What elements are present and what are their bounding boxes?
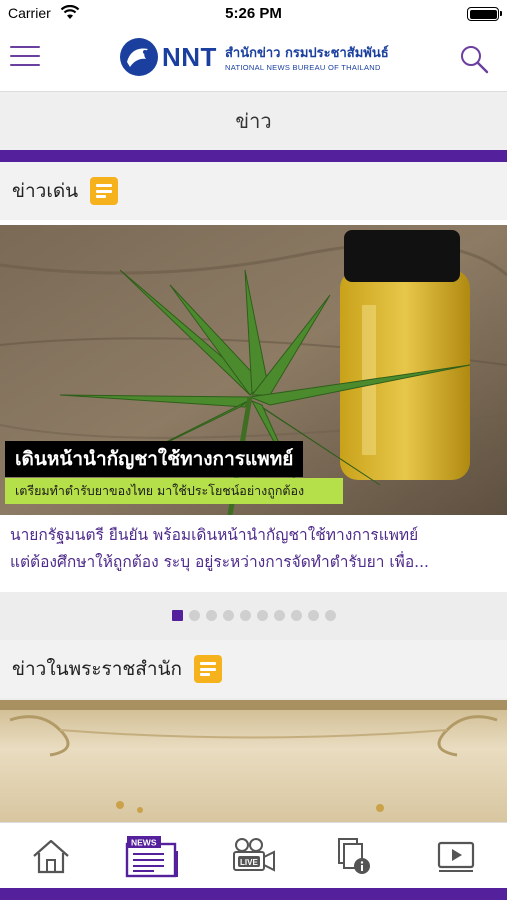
section-header-featured[interactable]: ข่าวเด่น <box>0 162 507 220</box>
search-icon[interactable] <box>459 44 489 74</box>
headline-summary-line: นายกรัฐมนตรี ยืนยัน พร้อมเดินหน้านำกัญชา… <box>10 526 419 544</box>
nnt-emblem-icon <box>120 38 158 76</box>
carousel-dot[interactable] <box>324 610 336 621</box>
carousel-dot[interactable] <box>205 610 217 621</box>
carousel-pagination[interactable] <box>0 610 507 624</box>
live-camera-icon: LIVE <box>232 837 275 872</box>
carousel-dot[interactable] <box>188 610 200 621</box>
clock: 5:26 PM <box>225 5 282 22</box>
tab-news[interactable]: NEWS <box>101 823 202 888</box>
headline-overlay-title: เดินหน้านำกัญชาใช้ทางการแพทย์ <box>5 441 304 477</box>
document-icon[interactable] <box>194 655 223 683</box>
carousel-dot[interactable] <box>273 610 285 621</box>
logo-brand: NNT <box>162 42 217 72</box>
carousel-dot[interactable] <box>239 610 251 621</box>
tab-home[interactable] <box>0 823 101 888</box>
carousel-dot[interactable] <box>307 610 319 621</box>
carousel-dot[interactable] <box>290 610 302 621</box>
bottom-accent-band <box>0 888 507 900</box>
carousel-dot[interactable] <box>171 610 183 621</box>
carousel-dot[interactable] <box>256 610 268 621</box>
video-play-icon <box>438 841 475 872</box>
royal-news-image[interactable] <box>0 700 507 822</box>
tab-live[interactable]: LIVE <box>203 823 304 888</box>
headline-card[interactable]: เดินหน้านำกัญชาใช้ทางการแพทย์ เตรียมทำตำ… <box>0 220 507 592</box>
news-tab-label: NEWS <box>131 837 157 847</box>
home-icon <box>32 839 69 873</box>
page-title-bar: ข่าว <box>0 92 507 150</box>
gold-ornament-photo <box>0 700 507 822</box>
headline-summary[interactable]: นายกรัฐมนตรี ยืนยัน พร้อมเดินหน้านำกัญชา… <box>10 522 500 576</box>
bottom-tab-bar: NEWS LIVE <box>0 822 507 888</box>
section-label: ข่าวในพระราชสำนัก <box>12 658 183 680</box>
hamburger-icon[interactable] <box>10 46 40 70</box>
page-title: ข่าว <box>235 109 272 133</box>
headline-summary-line: แต่ต้องศึกษาให้ถูกต้อง ระบุ อยู่ระหว่างก… <box>10 553 429 571</box>
document-icon[interactable] <box>90 177 119 205</box>
headline-overlay-subtitle: เตรียมทำตำรับยาของไทย มาใช้ประโยชน์อย่าง… <box>5 478 343 504</box>
logo-english-text: NATIONAL NEWS BUREAU OF THAILAND <box>225 63 381 72</box>
status-bar: Carrier 5:26 PM <box>0 0 507 30</box>
app-header: NNT สำนักข่าว กรมประชาสัมพันธ์ NATIONAL … <box>0 30 507 92</box>
accent-divider <box>0 150 507 162</box>
battery-icon <box>467 7 502 21</box>
news-icon: NEWS <box>125 835 179 877</box>
live-tab-label: LIVE <box>240 858 258 867</box>
section-header-royal-news[interactable]: ข่าวในพระราชสำนัก <box>0 640 507 698</box>
logo-thai-text: สำนักข่าว กรมประชาสัมพันธ์ <box>225 46 389 61</box>
tab-documents[interactable] <box>304 823 405 888</box>
carousel-dot[interactable] <box>222 610 234 621</box>
section-label: ข่าวเด่น <box>12 180 79 202</box>
tab-video[interactable] <box>406 823 507 888</box>
headline-image[interactable]: เดินหน้านำกัญชาใช้ทางการแพทย์ เตรียมทำตำ… <box>0 225 507 515</box>
documents-info-icon <box>337 837 370 874</box>
nnt-logo: NNT สำนักข่าว กรมประชาสัมพันธ์ NATIONAL … <box>118 37 408 79</box>
